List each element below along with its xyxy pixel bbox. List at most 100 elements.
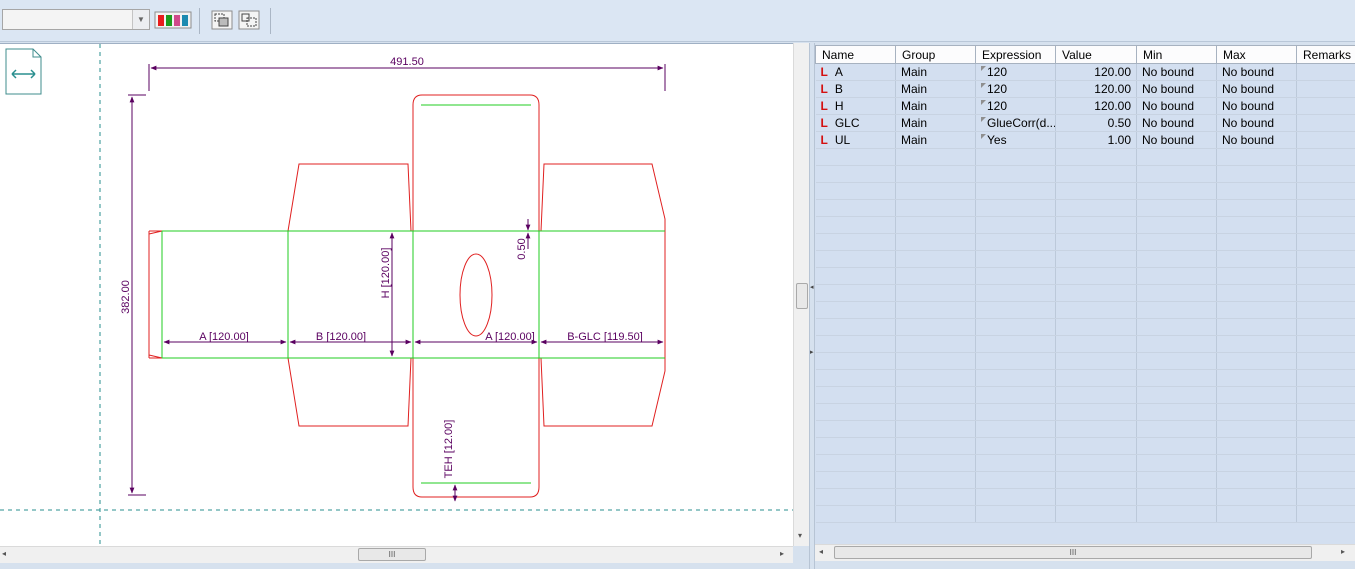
empty-cell[interactable]: [895, 267, 976, 285]
empty-row[interactable]: [815, 199, 1355, 217]
empty-cell[interactable]: [815, 318, 896, 336]
scroll-thumb[interactable]: [796, 283, 808, 309]
grid-horizontal-scrollbar[interactable]: ◂ III ▸: [815, 544, 1355, 561]
empty-cell[interactable]: [1296, 386, 1355, 404]
empty-cell[interactable]: [1136, 403, 1217, 421]
empty-cell[interactable]: [1296, 335, 1355, 353]
cell-remarks[interactable]: [1296, 80, 1355, 98]
empty-cell[interactable]: [815, 165, 896, 183]
empty-cell[interactable]: [1296, 437, 1355, 455]
drawing-canvas[interactable]: 491.50 382.00 A [120.00] B [120.00] A [1…: [0, 43, 793, 546]
empty-cell[interactable]: [1055, 182, 1137, 200]
cell-max[interactable]: No bound: [1216, 63, 1297, 81]
empty-cell[interactable]: [1055, 403, 1137, 421]
empty-cell[interactable]: [1296, 301, 1355, 319]
empty-cell[interactable]: [1055, 488, 1137, 506]
empty-cell[interactable]: [975, 403, 1056, 421]
cell-expression[interactable]: Yes: [975, 131, 1056, 149]
empty-row[interactable]: [815, 267, 1355, 285]
empty-row[interactable]: [815, 301, 1355, 319]
empty-cell[interactable]: [815, 284, 896, 302]
empty-cell[interactable]: [815, 420, 896, 438]
empty-cell[interactable]: [895, 182, 976, 200]
empty-cell[interactable]: [815, 267, 896, 285]
empty-cell[interactable]: [815, 403, 896, 421]
empty-cell[interactable]: [895, 216, 976, 234]
empty-cell[interactable]: [1136, 505, 1217, 523]
empty-row[interactable]: [815, 148, 1355, 166]
empty-row[interactable]: [815, 233, 1355, 251]
empty-row[interactable]: [815, 216, 1355, 234]
empty-row[interactable]: [815, 488, 1355, 506]
table-row[interactable]: L UL Main Yes 1.00 No bound No bound: [815, 131, 1355, 149]
empty-cell[interactable]: [1296, 165, 1355, 183]
empty-cell[interactable]: [1136, 165, 1217, 183]
cell-remarks[interactable]: [1296, 63, 1355, 81]
empty-cell[interactable]: [815, 437, 896, 455]
empty-cell[interactable]: [1055, 386, 1137, 404]
empty-cell[interactable]: [975, 148, 1056, 166]
empty-cell[interactable]: [1296, 352, 1355, 370]
empty-row[interactable]: [815, 369, 1355, 387]
empty-cell[interactable]: [815, 233, 896, 251]
empty-cell[interactable]: [1296, 284, 1355, 302]
empty-cell[interactable]: [815, 182, 896, 200]
cell-name[interactable]: L UL: [815, 131, 896, 149]
cell-expression[interactable]: GlueCorr(d...: [975, 114, 1056, 132]
empty-cell[interactable]: [1216, 420, 1297, 438]
empty-cell[interactable]: [975, 454, 1056, 472]
empty-cell[interactable]: [1296, 488, 1355, 506]
empty-cell[interactable]: [1296, 318, 1355, 336]
empty-cell[interactable]: [895, 437, 976, 455]
empty-cell[interactable]: [1296, 233, 1355, 251]
empty-cell[interactable]: [815, 369, 896, 387]
empty-cell[interactable]: [1055, 335, 1137, 353]
empty-cell[interactable]: [815, 250, 896, 268]
empty-row[interactable]: [815, 420, 1355, 438]
empty-cell[interactable]: [895, 420, 976, 438]
empty-cell[interactable]: [1055, 437, 1137, 455]
empty-cell[interactable]: [895, 199, 976, 217]
empty-cell[interactable]: [1055, 148, 1137, 166]
empty-cell[interactable]: [895, 250, 976, 268]
cell-expression[interactable]: 120: [975, 63, 1056, 81]
empty-cell[interactable]: [1216, 199, 1297, 217]
empty-cell[interactable]: [895, 471, 976, 489]
empty-cell[interactable]: [1216, 250, 1297, 268]
scroll-down-icon[interactable]: ▾: [798, 531, 802, 540]
empty-cell[interactable]: [1136, 471, 1217, 489]
empty-cell[interactable]: [975, 250, 1056, 268]
empty-cell[interactable]: [895, 505, 976, 523]
canvas-vertical-scrollbar[interactable]: ▾: [793, 43, 809, 546]
cell-expression[interactable]: 120: [975, 80, 1056, 98]
empty-cell[interactable]: [1216, 488, 1297, 506]
empty-cell[interactable]: [1136, 318, 1217, 336]
cell-value[interactable]: 120.00: [1055, 63, 1137, 81]
cell-name[interactable]: LH: [815, 97, 896, 115]
empty-cell[interactable]: [1296, 369, 1355, 387]
empty-cell[interactable]: [1216, 335, 1297, 353]
table-row[interactable]: L GLC Main GlueCorr(d... 0.50 No bound No boun…: [815, 114, 1355, 132]
empty-row[interactable]: [815, 165, 1355, 183]
column-header-value[interactable]: Value: [1055, 45, 1137, 64]
empty-cell[interactable]: [1216, 471, 1297, 489]
empty-cell[interactable]: [815, 471, 896, 489]
empty-cell[interactable]: [975, 216, 1056, 234]
empty-cell[interactable]: [815, 454, 896, 472]
frame-button[interactable]: [238, 9, 260, 31]
empty-cell[interactable]: [1055, 250, 1137, 268]
empty-cell[interactable]: [975, 369, 1056, 387]
empty-row[interactable]: [815, 471, 1355, 489]
empty-cell[interactable]: [1216, 216, 1297, 234]
empty-row[interactable]: [815, 505, 1355, 523]
empty-cell[interactable]: [975, 233, 1056, 251]
empty-row[interactable]: [815, 437, 1355, 455]
empty-cell[interactable]: [1136, 233, 1217, 251]
empty-cell[interactable]: [815, 352, 896, 370]
cell-name[interactable]: LB: [815, 80, 896, 98]
empty-cell[interactable]: [815, 386, 896, 404]
empty-cell[interactable]: [1296, 454, 1355, 472]
empty-cell[interactable]: [1136, 301, 1217, 319]
scroll-left-icon[interactable]: ◂: [819, 547, 823, 556]
cell-value[interactable]: 120.00: [1055, 80, 1137, 98]
